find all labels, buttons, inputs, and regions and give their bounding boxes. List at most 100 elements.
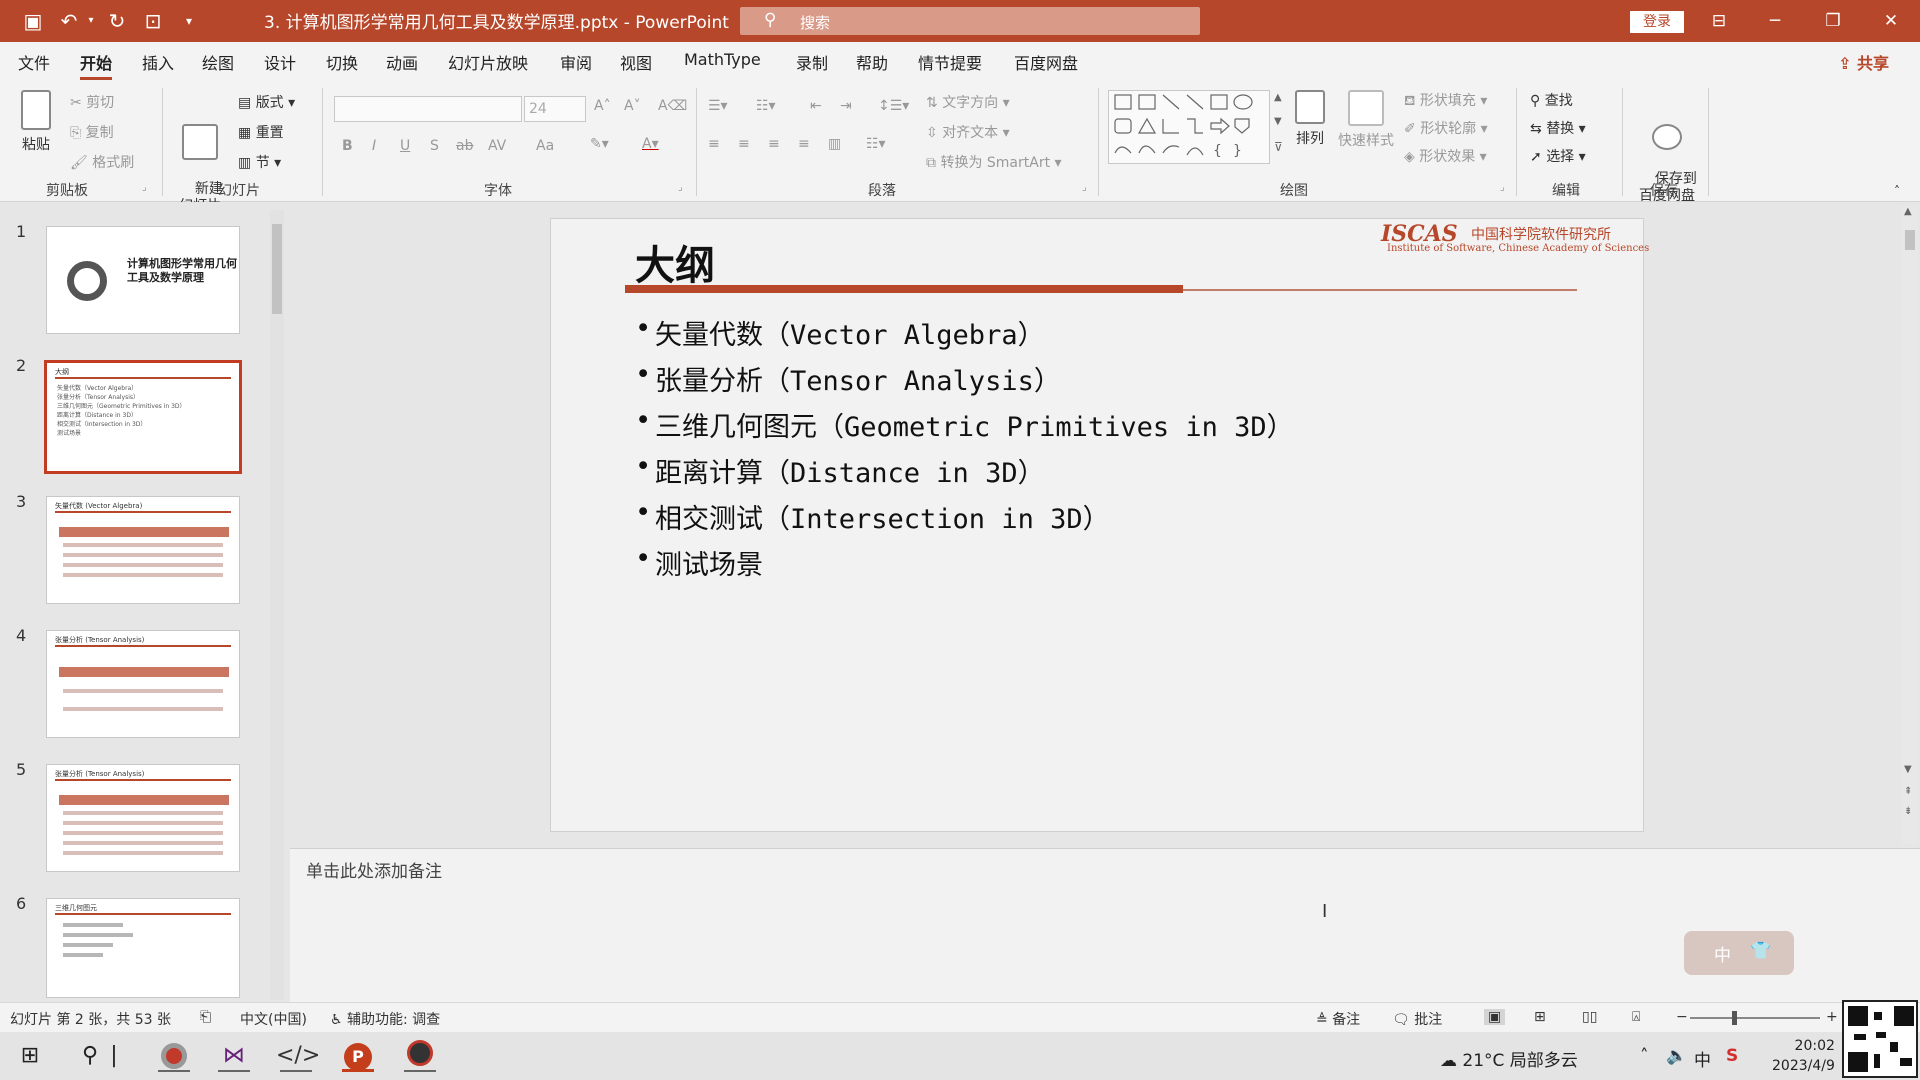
- tab-record[interactable]: 录制: [796, 50, 828, 74]
- paragraph-launcher-icon[interactable]: ⌟: [1082, 182, 1087, 193]
- chrome-app-icon[interactable]: [154, 1040, 194, 1072]
- accessibility-button[interactable]: ♿ 辅助功能: 调查: [330, 1009, 440, 1029]
- tab-file[interactable]: 文件: [18, 50, 50, 74]
- next-slide-icon[interactable]: ⇟: [1904, 806, 1912, 817]
- scroll-down-icon[interactable]: ▼: [1904, 764, 1912, 775]
- slide-thumbnail-5[interactable]: 张量分析 (Tensor Analysis): [46, 764, 240, 872]
- select-button[interactable]: ➚ 选择 ▾: [1530, 146, 1586, 166]
- align-left-icon[interactable]: ≡: [708, 136, 720, 152]
- save-icon[interactable]: ▣: [20, 8, 46, 34]
- collapse-ribbon-icon[interactable]: ˄: [1894, 184, 1900, 198]
- powerpoint-app-icon[interactable]: P: [338, 1040, 378, 1072]
- reading-view-icon[interactable]: ▯▯: [1582, 1009, 1597, 1025]
- tab-insert[interactable]: 插入: [142, 50, 174, 74]
- notes-placeholder[interactable]: 单击此处添加备注: [306, 857, 442, 882]
- decrease-indent-icon[interactable]: ⇤: [810, 98, 822, 114]
- tab-help[interactable]: 帮助: [856, 50, 888, 74]
- justify-icon[interactable]: ≡: [798, 136, 810, 152]
- app-icon[interactable]: [400, 1040, 440, 1072]
- shape-outline-button[interactable]: ✐ 形状轮廓 ▾: [1404, 118, 1488, 138]
- font-color-icon[interactable]: A▾: [642, 136, 659, 152]
- tab-slideshow[interactable]: 幻灯片放映: [448, 50, 528, 74]
- slide-thumbnail-3[interactable]: 矢量代数 (Vector Algebra): [46, 496, 240, 604]
- numbering-icon[interactable]: ☷▾: [756, 98, 776, 114]
- customize-toolbar-icon[interactable]: ▾: [176, 8, 202, 34]
- slide-thumbnail-1[interactable]: 计算机图形学常用几何 工具及数学原理: [46, 226, 240, 334]
- notes-toggle-button[interactable]: ≜ 备注: [1316, 1009, 1360, 1029]
- normal-view-icon[interactable]: ▣: [1484, 1009, 1506, 1025]
- text-direction-button[interactable]: ⇅ 文字方向 ▾: [926, 92, 1010, 112]
- ime-indicator[interactable]: 中: [1694, 1046, 1711, 1071]
- search-box[interactable]: ⚲ 搜索: [740, 7, 1200, 35]
- distributed-icon[interactable]: ▥: [828, 136, 841, 152]
- notes-pane[interactable]: 单击此处添加备注 I 中 👕: [290, 848, 1920, 1002]
- layout-button[interactable]: ▤ 版式 ▾: [238, 92, 295, 112]
- tab-review[interactable]: 审阅: [560, 50, 592, 74]
- slide-thumbnail-2[interactable]: 大纲 矢量代数（Vector Algebra） 张量分析（Tensor Anal…: [44, 360, 242, 474]
- previous-slide-icon[interactable]: ⇞: [1904, 786, 1912, 797]
- share-button[interactable]: ⇪ 共享: [1838, 50, 1889, 74]
- change-case-button[interactable]: Aa: [536, 138, 554, 154]
- reset-button[interactable]: ▦ 重置: [238, 122, 284, 142]
- strikethrough-button[interactable]: ab: [456, 138, 473, 154]
- spellcheck-icon[interactable]: ⎗: [200, 1009, 211, 1025]
- find-button[interactable]: ⚲ 查找: [1530, 90, 1573, 110]
- zoom-slider-thumb[interactable]: [1732, 1011, 1737, 1025]
- shape-gallery[interactable]: {}: [1108, 90, 1270, 164]
- tab-animations[interactable]: 动画: [386, 50, 418, 74]
- undo-icon[interactable]: ↶: [56, 8, 82, 34]
- canvas-scrollbar[interactable]: ▲ ▼ ⇞ ⇟: [1902, 206, 1918, 844]
- vscode-icon[interactable]: </>: [276, 1040, 320, 1072]
- present-from-start-icon[interactable]: ⊡: [140, 8, 166, 34]
- clear-formatting-icon[interactable]: A⌫: [658, 98, 687, 114]
- undo-dropdown-icon[interactable]: ▾: [84, 8, 98, 34]
- bold-button[interactable]: B: [342, 138, 353, 154]
- slide-thumbnail-6[interactable]: 三维几何图元: [46, 898, 240, 998]
- align-right-icon[interactable]: ≡: [768, 136, 780, 152]
- tab-view[interactable]: 视图: [620, 50, 652, 74]
- slideshow-icon[interactable]: ⍓: [1632, 1009, 1640, 1025]
- align-text-button[interactable]: ⇳ 对齐文本 ▾: [926, 122, 1010, 142]
- thumbnail-scrollbar[interactable]: [270, 210, 284, 1000]
- gallery-more-icon[interactable]: ⊽: [1274, 140, 1283, 154]
- tab-baidu-netdisk[interactable]: 百度网盘: [1014, 50, 1078, 74]
- weather-widget[interactable]: ☁ 21°C 局部多云: [1440, 1046, 1578, 1071]
- font-size-select[interactable]: 24: [524, 96, 586, 122]
- italic-button[interactable]: I: [372, 138, 376, 154]
- replace-button[interactable]: ⇆ 替换 ▾: [1530, 118, 1586, 138]
- character-spacing-button[interactable]: AV: [488, 138, 506, 154]
- ime-mode-label[interactable]: 中: [1714, 941, 1731, 966]
- login-button[interactable]: 登录: [1630, 11, 1684, 33]
- scroll-up-icon[interactable]: ▲: [1904, 206, 1912, 217]
- arrange-button[interactable]: 排列: [1290, 90, 1330, 148]
- ribbon-display-options-icon[interactable]: ⊟: [1696, 6, 1742, 36]
- tab-home[interactable]: 开始: [80, 50, 113, 80]
- zoom-out-icon[interactable]: −: [1676, 1009, 1688, 1025]
- minimize-icon[interactable]: ─: [1752, 6, 1798, 36]
- convert-smartart-button[interactable]: ⧉ 转换为 SmartArt ▾: [926, 152, 1062, 172]
- copy-button[interactable]: ⎘ 复制: [70, 122, 114, 142]
- highlight-color-icon[interactable]: ✎▾: [590, 136, 609, 152]
- visual-studio-icon[interactable]: ⋈: [214, 1040, 254, 1072]
- close-icon[interactable]: ✕: [1868, 6, 1914, 36]
- slide-sorter-icon[interactable]: ⊞: [1534, 1009, 1546, 1025]
- search-icon[interactable]: ⚲: [70, 1040, 110, 1072]
- comments-button[interactable]: 🗨 批注: [1392, 1009, 1442, 1029]
- tab-transitions[interactable]: 切换: [326, 50, 358, 74]
- current-slide[interactable]: 大纲 ISCAS 中国科学院软件研究所 Institute of Softwar…: [550, 218, 1649, 832]
- zoom-slider[interactable]: [1690, 1017, 1820, 1019]
- volume-icon[interactable]: 🔈: [1666, 1046, 1687, 1066]
- gallery-scroll-down-icon[interactable]: ▼: [1274, 116, 1282, 127]
- gallery-scroll-up-icon[interactable]: ▲: [1274, 92, 1282, 103]
- bullets-icon[interactable]: ☰▾: [708, 98, 728, 114]
- zoom-in-icon[interactable]: +: [1826, 1009, 1838, 1025]
- format-painter-button[interactable]: 🖌 格式刷: [70, 152, 134, 172]
- shape-fill-button[interactable]: ⛾ 形状填充 ▾: [1404, 90, 1487, 111]
- font-launcher-icon[interactable]: ⌟: [678, 182, 683, 193]
- scrollbar-thumb[interactable]: [1905, 230, 1915, 250]
- tab-draw[interactable]: 绘图: [202, 50, 234, 74]
- font-family-select[interactable]: [334, 96, 522, 122]
- drawing-launcher-icon[interactable]: ⌟: [1500, 182, 1505, 193]
- redo-icon[interactable]: ↻: [104, 8, 130, 34]
- sogou-ime-icon[interactable]: S: [1726, 1046, 1738, 1066]
